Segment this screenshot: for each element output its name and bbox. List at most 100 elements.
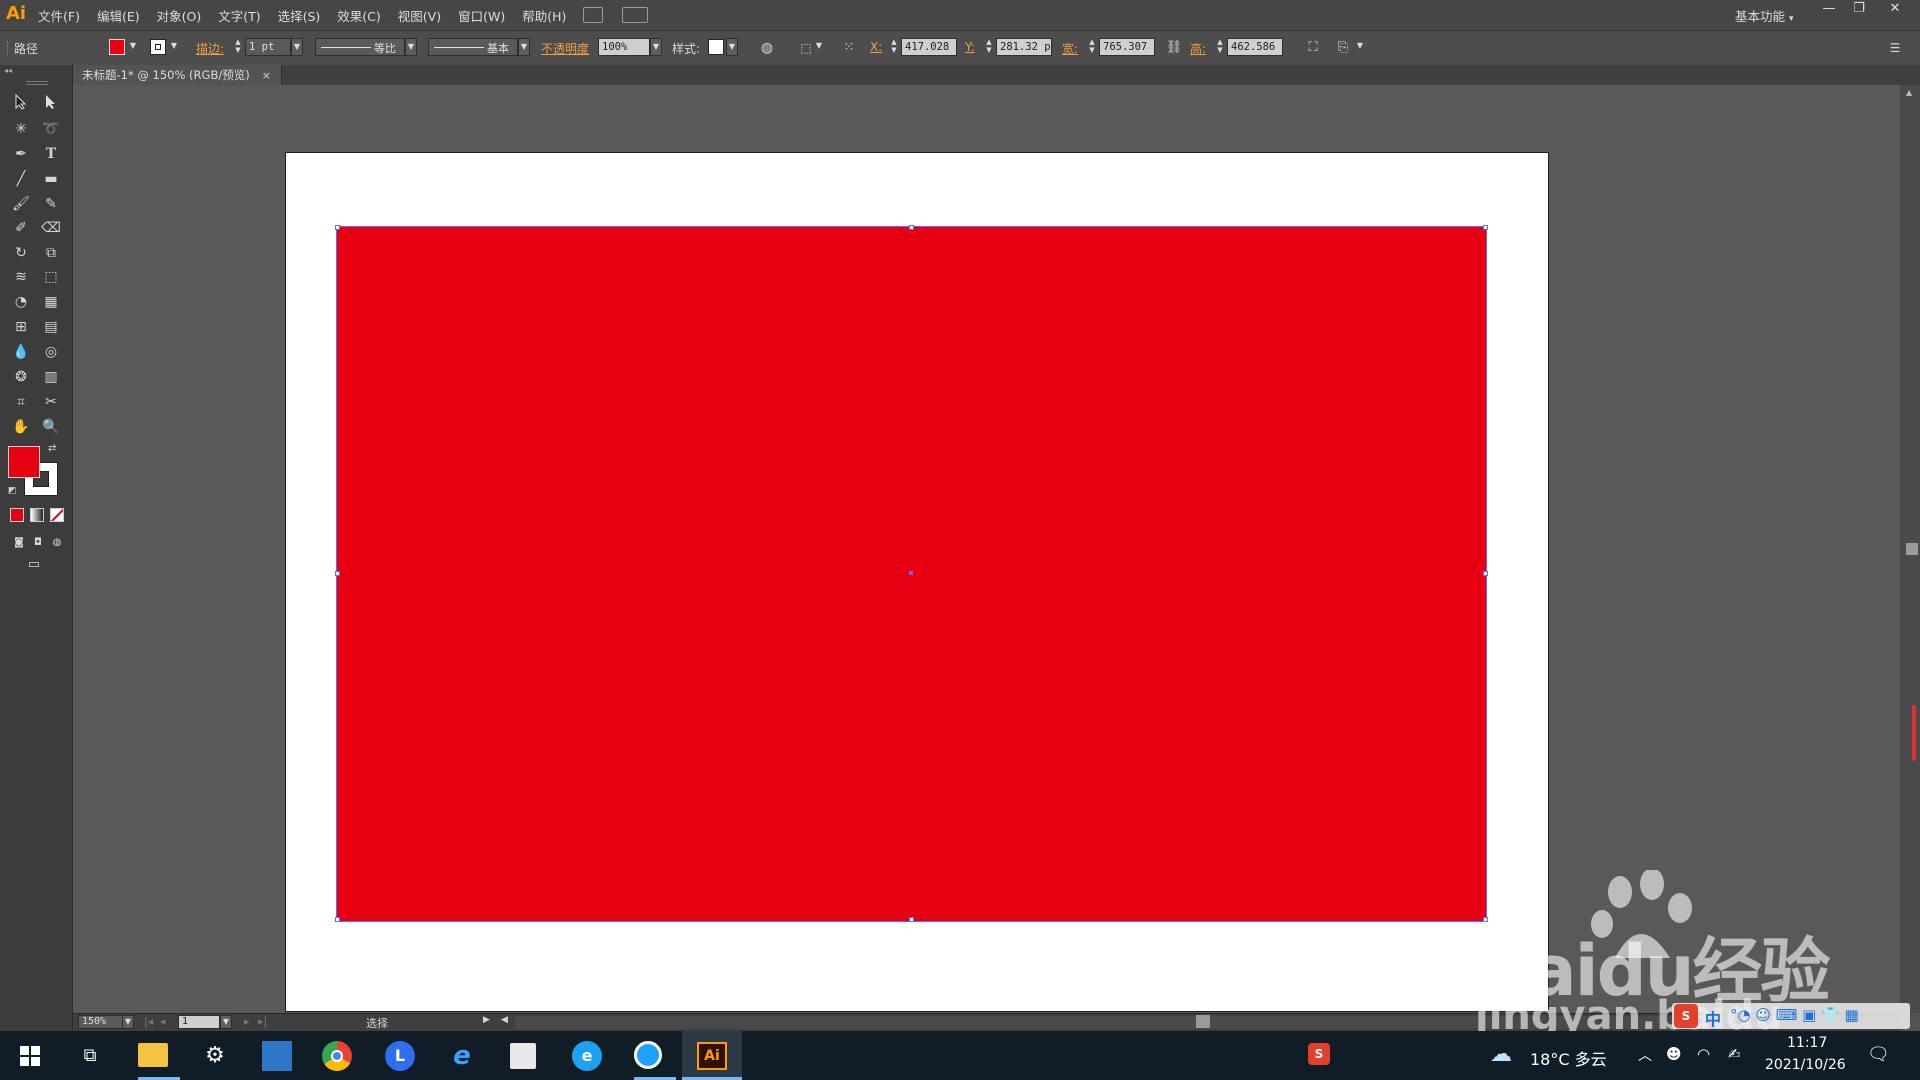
sogou-tray-icon[interactable]: S (1308, 1043, 1330, 1065)
ime-mode-label[interactable]: 中 (1705, 1006, 1721, 1030)
direct-selection-tool-icon[interactable] (40, 94, 62, 116)
screen-mode-icon[interactable]: ▭ (23, 554, 45, 576)
l-app-icon[interactable]: L (385, 1041, 415, 1071)
rotate-icon[interactable]: ↻ (10, 242, 32, 264)
x-label[interactable]: X: (870, 40, 882, 54)
more-options-dropdown[interactable]: ▼ (1354, 38, 1366, 56)
reference-point-icon[interactable]: ⁙ (838, 37, 860, 59)
type-tool-icon[interactable]: T (40, 143, 62, 165)
arrange-documents-icon[interactable] (622, 7, 648, 23)
minimize-button[interactable]: — (1814, 0, 1844, 18)
width-stepper[interactable]: ▲ ▼ (1087, 38, 1097, 56)
browser-e-icon[interactable]: e (572, 1041, 602, 1071)
handle-top-center[interactable] (909, 225, 914, 230)
blend-icon[interactable]: ◎ (40, 341, 62, 363)
sogou-ime-icon[interactable]: S (1674, 1004, 1698, 1028)
opacity-label[interactable]: 不透明度 (541, 40, 589, 57)
menu-object[interactable]: 对象(O) (157, 6, 202, 25)
restore-button[interactable]: ❐ (1844, 0, 1874, 18)
swap-colors-icon[interactable]: ⇄ (48, 443, 56, 454)
none-mode-icon[interactable] (50, 508, 64, 522)
y-label[interactable]: Y: (965, 40, 975, 54)
menu-file[interactable]: 文件(F) (38, 6, 80, 25)
clock-date[interactable]: 2021/10/26 (1765, 1057, 1846, 1073)
default-colors-icon[interactable]: ◩ (8, 486, 17, 496)
pen-tool-icon[interactable]: ✒ (10, 143, 32, 165)
menu-help[interactable]: 帮助(H) (522, 6, 566, 25)
handle-bottom-center[interactable] (909, 917, 914, 922)
mesh-icon[interactable]: ⊞ (10, 316, 32, 338)
store-icon[interactable] (510, 1043, 536, 1069)
warp-icon[interactable]: ≋ (10, 266, 32, 288)
workspace-switcher[interactable]: 基本功能 ▾ (1735, 6, 1794, 25)
zoom-icon[interactable]: 🔍 (40, 416, 62, 438)
menu-type[interactable]: 文字(T) (218, 6, 260, 25)
photos-icon[interactable] (262, 1041, 292, 1071)
menu-window[interactable]: 窗口(W) (458, 6, 505, 25)
opacity-input[interactable]: 100% (598, 38, 650, 56)
collapse-panel-icon[interactable]: ◂◂ (4, 66, 12, 75)
stroke-weight-dropdown[interactable]: ▼ (291, 38, 303, 56)
color-mode-icon[interactable] (10, 508, 24, 522)
x-position-input[interactable]: 417.028 (901, 38, 957, 56)
previous-artboard-icon[interactable]: ◂ (160, 1015, 166, 1028)
chrome-icon[interactable] (322, 1041, 352, 1071)
handle-middle-left[interactable] (335, 571, 340, 576)
zoom-level-input[interactable]: 150% (78, 1015, 128, 1029)
hand-icon[interactable]: ✋ (10, 416, 32, 438)
lasso-icon[interactable]: ➰ (40, 118, 62, 140)
network-icon[interactable]: ◠ (1697, 1045, 1710, 1063)
height-stepper[interactable]: ▲ ▼ (1215, 38, 1225, 56)
pencil-icon[interactable]: ✎ (40, 193, 62, 215)
close-tab-icon[interactable]: × (262, 69, 271, 82)
handle-top-left[interactable] (335, 225, 340, 230)
menu-effect[interactable]: 效果(C) (337, 6, 380, 25)
close-button[interactable]: ✕ (1880, 0, 1910, 18)
stroke-color-swatch[interactable] (150, 39, 166, 55)
stroke-weight-input[interactable]: 1 pt (245, 38, 291, 56)
document-tab[interactable]: 未标题-1* @ 150% (RGB/预览) × (72, 65, 282, 85)
show-hidden-icons[interactable]: ︿ (1638, 1045, 1652, 1065)
brush-dropdown[interactable]: ▼ (518, 38, 530, 56)
menu-select[interactable]: 选择(S) (278, 6, 321, 25)
y-position-input[interactable]: 281.32 p (996, 38, 1052, 56)
variable-width-profile[interactable]: 等比 (315, 38, 405, 56)
first-artboard-icon[interactable]: |◂ (144, 1015, 153, 1028)
weather-text[interactable]: 18°C 多云 (1530, 1046, 1607, 1070)
constrain-proportions-icon[interactable]: ⛓ (1163, 37, 1185, 59)
zoom-dropdown[interactable]: ▼ (122, 1015, 134, 1029)
graphic-style-swatch[interactable] (708, 39, 724, 55)
horizontal-scrollbar-thumb[interactable] (1196, 1015, 1210, 1028)
paintbrush-icon[interactable]: 🖌 (10, 193, 32, 215)
handle-top-right[interactable] (1483, 225, 1488, 230)
fill-color-box[interactable] (8, 446, 40, 478)
menu-view[interactable]: 视图(V) (398, 6, 441, 25)
windows-start-icon[interactable] (20, 1046, 40, 1066)
blob-brush-icon[interactable]: ✐ (10, 217, 32, 239)
internet-explorer-icon[interactable]: e (447, 1041, 477, 1071)
column-graph-icon[interactable]: ▥ (40, 366, 62, 388)
gradient-mode-icon[interactable] (30, 508, 44, 522)
isolate-selected-icon[interactable]: ⎘ (1332, 37, 1354, 59)
eyedropper-icon[interactable]: 💧 (10, 341, 32, 363)
handle-middle-right[interactable] (1483, 571, 1488, 576)
vertical-scrollbar-thumb[interactable] (1906, 543, 1918, 555)
width-label[interactable]: 宽: (1062, 40, 1078, 57)
opacity-dropdown[interactable]: ▼ (650, 38, 662, 56)
bridge-icon[interactable] (583, 7, 603, 23)
draw-inside-icon[interactable]: ◍ (46, 532, 68, 554)
brush-definition[interactable]: 基本 (428, 38, 518, 56)
transform-icon[interactable]: ⛶ (1302, 37, 1324, 59)
height-label[interactable]: 高: (1190, 40, 1206, 57)
artboard-icon[interactable]: ⌗ (10, 391, 32, 413)
profile-dropdown[interactable]: ▼ (405, 38, 417, 56)
recolor-artwork-icon[interactable]: ◍ (756, 37, 778, 59)
clock-time[interactable]: 11:17 (1787, 1035, 1827, 1051)
scroll-up-icon[interactable]: ▲ (1906, 88, 1912, 97)
menu-edit[interactable]: 编辑(E) (97, 6, 140, 25)
stroke-weight-stepper[interactable]: ▲ ▼ (233, 38, 243, 56)
slice-icon[interactable]: ✂ (40, 391, 62, 413)
selection-tool-icon[interactable] (10, 93, 32, 116)
stroke-dropdown[interactable]: ▼ (168, 38, 180, 56)
height-input[interactable]: 462.586 (1227, 38, 1283, 56)
